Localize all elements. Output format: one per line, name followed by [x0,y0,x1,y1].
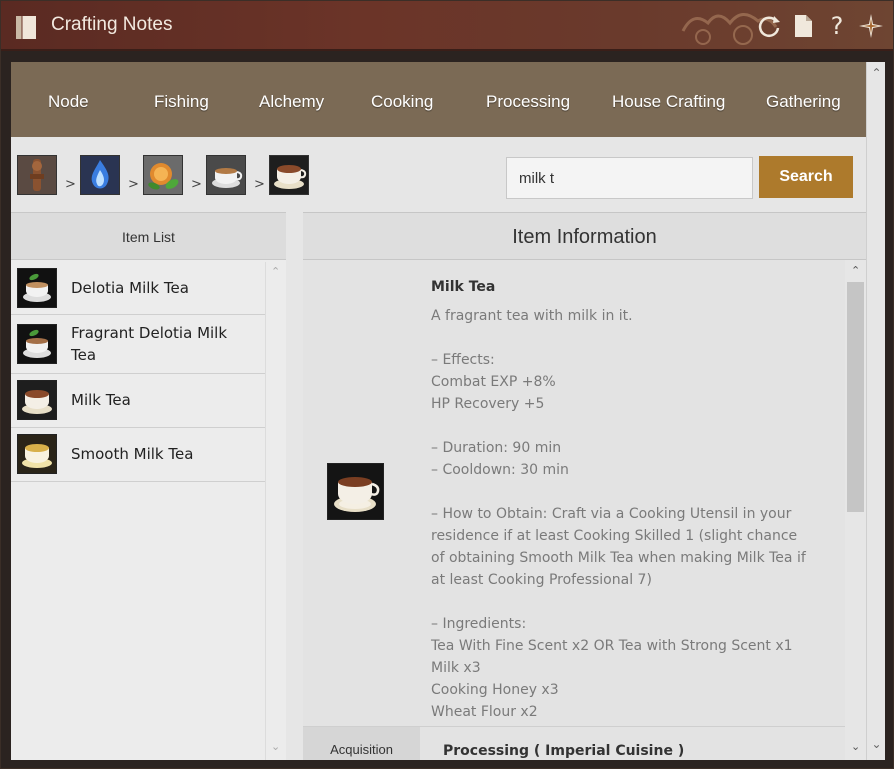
effect-line: HP Recovery +5 [431,396,545,412]
list-item-label: Delotia Milk Tea [71,279,189,297]
scroll-thumb[interactable] [847,282,864,512]
acquisition-value: Processing ( Imperial Cuisine ) [443,743,685,759]
tab-alchemy[interactable]: Alchemy [259,92,324,112]
milk-tea-icon[interactable] [269,155,309,195]
list-item-milk-tea[interactable]: Milk Tea [11,374,265,428]
scroll-down-icon[interactable]: ⌄ [851,740,860,753]
tab-processing[interactable]: Processing [486,92,570,112]
smooth-milk-tea-icon [17,434,57,474]
ingredient-line: Tea With Fine Scent x2 OR Tea with Stron… [431,638,793,654]
refresh-icon[interactable] [755,11,783,41]
category-tabbar: Node Fishing Alchemy Cooking Processing … [11,62,866,137]
tab-house-crafting[interactable]: House Crafting [612,92,725,112]
compass-icon[interactable] [857,11,885,41]
item-list-header: Item List [11,212,286,260]
ingredient-line: Cooking Honey x3 [431,682,559,698]
tab-gathering[interactable]: Gathering [766,92,841,112]
item-list-panel: Item List Delotia Milk Tea Fragrant Delo… [11,212,286,760]
scroll-down-icon[interactable]: ⌄ [271,740,280,753]
ingredient-line: Milk x3 [431,660,481,676]
ingredients-header: – Ingredients: [431,616,527,632]
cooldown: – Cooldown: 30 min [431,462,569,478]
item-list: Delotia Milk Tea Fragrant Delotia Milk T… [11,262,265,482]
help-icon[interactable]: ? [823,11,851,41]
item-info-header: Item Information [303,212,866,260]
list-item-label: Milk Tea [71,391,131,409]
item-list-scrollbar[interactable]: ⌃ ⌄ [265,262,286,760]
title-tools: ? [755,11,885,41]
search-input[interactable] [506,157,753,199]
effects-header: – Effects: [431,352,495,368]
list-item-fragrant-delotia-milk-tea[interactable]: Fragrant Delotia Milk Tea [11,315,265,374]
delotia-milk-tea-icon [17,268,57,308]
crafting-notes-window: Crafting Notes ? Node Fishing Alchemy Co… [0,0,894,769]
acquisition-row: Acquisition Processing ( Imperial Cuisin… [303,726,845,760]
tab-cooking[interactable]: Cooking [371,92,433,112]
tea-leaves-icon[interactable] [143,155,183,195]
list-item-label: Smooth Milk Tea [71,445,194,463]
tab-node[interactable]: Node [48,92,89,112]
title-bar[interactable]: Crafting Notes ? [1,1,893,51]
breadcrumb-separator: > [191,177,202,192]
blue-flame-icon[interactable] [80,155,120,195]
milk-tea-icon [17,380,57,420]
tea-cup-icon[interactable] [206,155,246,195]
tab-fishing[interactable]: Fishing [154,92,209,112]
item-detail: Milk Tea A fragrant tea with milk in it.… [431,276,831,723]
effect-line: Combat EXP +8% [431,374,556,390]
item-info-scrollbar[interactable]: ⌃ ⌄ [845,260,866,760]
how-to-obtain: – How to Obtain: Craft via a Cooking Ute… [431,506,806,588]
search-button[interactable]: Search [759,156,853,198]
main-content: Node Fishing Alchemy Cooking Processing … [11,62,866,760]
item-name: Milk Tea [431,279,496,295]
fragrant-delotia-milk-tea-icon [17,324,57,364]
window-title: Crafting Notes [51,14,173,35]
duration: – Duration: 90 min [431,440,562,456]
acquisition-label: Acquisition [303,727,420,760]
wooden-totem-icon[interactable] [17,155,57,195]
document-icon[interactable] [789,11,817,41]
item-info-panel: Item Information Milk Tea A fragrant tea… [303,212,866,760]
scroll-down-icon[interactable]: ⌄ [871,738,882,750]
scroll-up-icon[interactable]: ⌃ [851,264,860,277]
book-icon [16,16,36,39]
breadcrumb-separator: > [65,177,76,192]
list-item-smooth-milk-tea[interactable]: Smooth Milk Tea [11,428,265,482]
window-scrollbar[interactable]: ⌃ ⌄ [866,62,885,760]
ingredient-line: Wheat Flour x2 [431,704,538,720]
list-item-label: Fragrant Delotia Milk Tea [71,324,228,364]
item-description: A fragrant tea with milk in it. [431,308,633,324]
scroll-up-icon[interactable]: ⌃ [871,67,882,79]
breadcrumb-separator: > [128,177,139,192]
breadcrumb-separator: > [254,177,265,192]
milk-tea-large-icon [327,463,384,520]
list-item-delotia-milk-tea[interactable]: Delotia Milk Tea [11,262,265,315]
scroll-up-icon[interactable]: ⌃ [271,265,280,278]
